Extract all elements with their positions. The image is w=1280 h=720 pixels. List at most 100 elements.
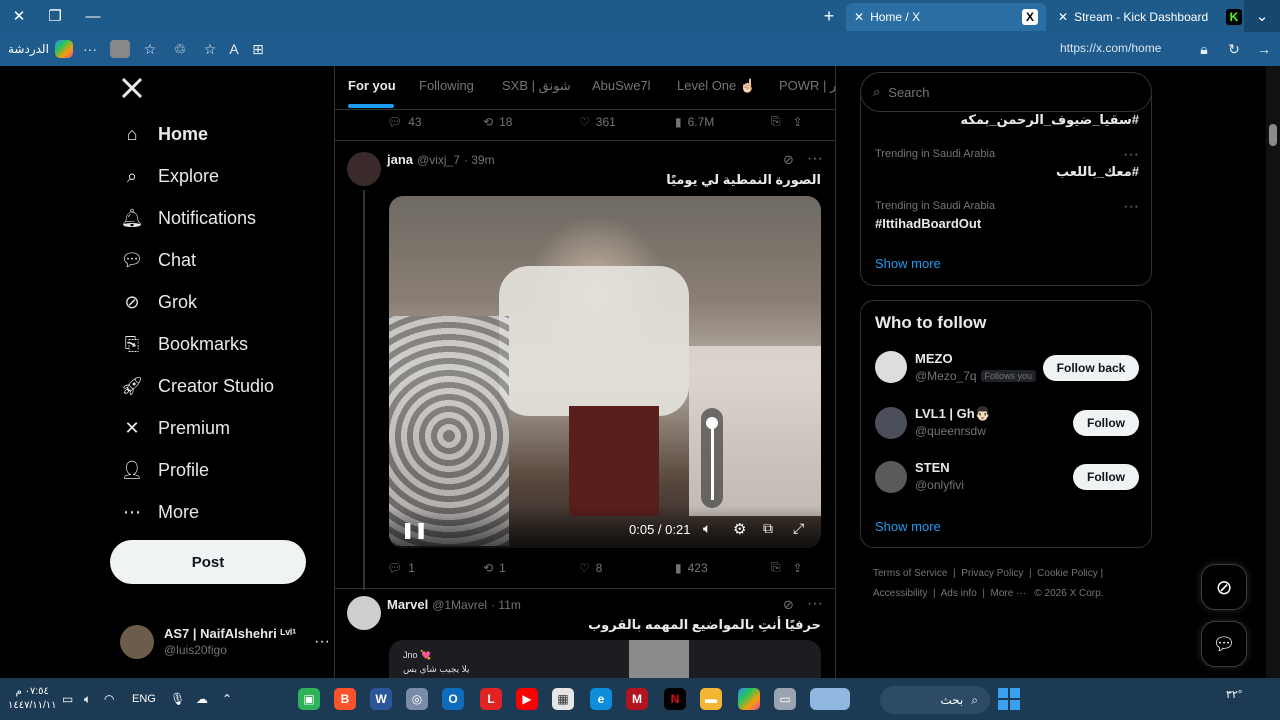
tab-list-chevron-icon[interactable]: ⌄	[1244, 0, 1280, 32]
x-logo-icon[interactable]	[120, 76, 146, 102]
feed-tab[interactable]: Level One ☝🏻	[677, 78, 756, 94]
sidebar-item-grok[interactable]: ⊘ Grok	[120, 282, 197, 322]
grok-post-icon[interactable]: ⊘	[783, 152, 794, 168]
follow-back-button[interactable]: Follow back	[1043, 355, 1139, 381]
post2-time[interactable]: · 11m	[491, 598, 521, 612]
refresh-icon[interactable]: ↻	[1224, 40, 1244, 58]
taskbar-search[interactable]: بحث ⌕	[880, 686, 990, 714]
post1-name[interactable]: jana	[387, 152, 413, 167]
add-favorite-icon[interactable]: ☆	[200, 40, 220, 58]
grok-fab[interactable]: ⊘	[1201, 564, 1247, 610]
read-aloud-icon[interactable]: A	[224, 40, 244, 58]
sidebar-item-profile[interactable]: 👤︎ Profile	[120, 450, 209, 490]
account-switcher[interactable]: AS7 | NaifAlshehri ᴸᵛˡ¹ @luis20figo ···	[120, 622, 330, 662]
favorites-icon[interactable]: ☆	[140, 40, 160, 58]
post2-avatar[interactable]	[347, 596, 381, 630]
reply-button[interactable]: 💬︎ 43	[387, 115, 483, 129]
tab-close-icon[interactable]: ✕	[854, 10, 864, 24]
sidebar-item-premium[interactable]: ✕ Premium	[120, 408, 230, 448]
wifi-icon[interactable]: ◠	[104, 692, 114, 706]
clock[interactable]: ٠٧:٥٤ م ١٤٤٧/١١/١١	[8, 685, 57, 713]
share-icon[interactable]: ⇪	[793, 115, 803, 129]
volume-slider[interactable]	[701, 408, 723, 508]
like-button[interactable]: ♡ 8	[579, 561, 675, 575]
speaker-icon[interactable]: 🔈︎	[84, 692, 91, 707]
outlook-icon[interactable]: O	[442, 688, 464, 710]
file-explorer-icon[interactable]: ▬	[700, 688, 722, 710]
post1-time[interactable]: · 39m	[464, 153, 495, 167]
restore-window-icon[interactable]: ❐	[36, 0, 74, 32]
follow-user-name[interactable]: STEN	[915, 460, 950, 475]
tab-close-icon[interactable]: ✕	[1058, 10, 1068, 24]
trends-show-more-link[interactable]: Show more	[875, 256, 941, 271]
user-avatar[interactable]	[875, 351, 907, 383]
sidebar-item-creator-studio[interactable]: 🚀︎ Creator Studio	[120, 366, 275, 406]
feed-tab[interactable]: SXB | شونق	[502, 78, 571, 94]
footer-link[interactable]: More ···	[991, 588, 1027, 599]
bookmark-icon[interactable]: ⎘	[771, 560, 781, 575]
trend-more-icon[interactable]: ···	[1123, 146, 1139, 164]
word-icon[interactable]: W	[370, 688, 392, 710]
app-icon-2[interactable]: ◎	[406, 688, 428, 710]
feed-tab[interactable]: For you	[348, 78, 396, 93]
browser-essentials-icon[interactable]: ♲	[170, 40, 190, 58]
trend-item-1[interactable]: #سقيا_ضيوف_الرحمن_بمكه	[875, 112, 1139, 128]
grok-post-icon[interactable]: ⊘	[783, 597, 794, 613]
windows-start-icon[interactable]	[998, 688, 1020, 710]
cloud-icon[interactable]: ☁︎	[196, 692, 208, 706]
microphone-icon[interactable]: 🎙︎	[170, 692, 185, 706]
app-icon-3[interactable]: ▭	[774, 688, 796, 710]
app-icon-l[interactable]: L	[480, 688, 502, 710]
fullscreen-icon[interactable]: ⤢	[793, 520, 804, 537]
views-button[interactable]: ▮ 6.7M	[675, 115, 771, 129]
scrollbar[interactable]	[1266, 66, 1280, 678]
user-avatar[interactable]	[875, 407, 907, 439]
more-menu-icon[interactable]: ···	[80, 40, 100, 58]
post2-media[interactable]: Jno 💘 يلا يجيب شاي بس	[389, 640, 821, 678]
trend-item-2[interactable]: #معك_باللعب	[875, 164, 1139, 180]
post2-handle[interactable]: @1Mavrel	[432, 598, 487, 612]
address-field[interactable]: https://x.com/home	[1060, 41, 1161, 55]
widgets-icon[interactable]	[810, 688, 850, 710]
chevron-up-icon[interactable]: ⌃	[222, 692, 232, 706]
follow-show-more-link[interactable]: Show more	[875, 519, 941, 534]
follow-user-name[interactable]: MEZO	[915, 351, 953, 366]
close-window-icon[interactable]: ✕	[0, 0, 38, 32]
settings-gear-icon[interactable]: ⚙︎	[733, 520, 746, 538]
store-icon[interactable]: ▦	[552, 688, 574, 710]
post1-handle[interactable]: @vixj_7	[417, 153, 460, 167]
chat-fab[interactable]: 💬︎	[1201, 621, 1247, 667]
feed-tab[interactable]: POWR | ر	[779, 78, 836, 94]
scrollbar-thumb[interactable]	[1269, 124, 1277, 146]
reply-button[interactable]: 💬︎ 1	[387, 561, 483, 575]
footer-link[interactable]: Ads info	[941, 588, 977, 599]
account-more-icon[interactable]: ···	[314, 633, 330, 651]
like-button[interactable]: ♡ 361	[579, 115, 675, 129]
post-button[interactable]: Post	[110, 540, 306, 584]
edge-icon[interactable]: e	[590, 688, 612, 710]
footer-link[interactable]: Cookie Policy	[1037, 568, 1098, 579]
app-icon-1[interactable]: ▣	[298, 688, 320, 710]
volume-icon[interactable]: 🔈︎	[703, 520, 711, 537]
share-icon[interactable]: ⇪	[793, 561, 803, 575]
footer-link[interactable]: Terms of Service	[873, 568, 947, 579]
split-screen-icon[interactable]: ⊞	[248, 40, 268, 58]
follow-user-name[interactable]: LVL1 | Gh👨🏻	[915, 406, 991, 422]
repost-button[interactable]: ⟲ 1	[483, 561, 579, 575]
weather-widget[interactable]: ٣٢°	[1226, 688, 1242, 701]
copilot-taskbar-icon[interactable]	[738, 688, 760, 710]
footer-link[interactable]: Privacy Policy	[961, 568, 1023, 579]
user-avatar[interactable]	[875, 461, 907, 493]
sidebar-item-notifications[interactable]: 🔔︎ Notifications	[120, 198, 256, 238]
language-indicator[interactable]: ENG	[132, 693, 156, 705]
trend-more-icon[interactable]: ···	[1123, 198, 1139, 216]
copilot-button[interactable]: الدردشة	[8, 40, 73, 58]
bookmark-icon[interactable]: ⎘	[771, 114, 781, 129]
battery-icon[interactable]: ▭	[62, 692, 73, 706]
sidebar-item-more[interactable]: ⋯ More	[120, 492, 199, 532]
post1-avatar[interactable]	[347, 152, 381, 186]
extension-icon[interactable]	[110, 40, 130, 58]
tab-home-x[interactable]: ✕ Home / X X	[846, 3, 1046, 31]
sidebar-item-home[interactable]: ⌂ Home	[120, 114, 208, 154]
new-tab-icon[interactable]: +	[810, 0, 848, 32]
